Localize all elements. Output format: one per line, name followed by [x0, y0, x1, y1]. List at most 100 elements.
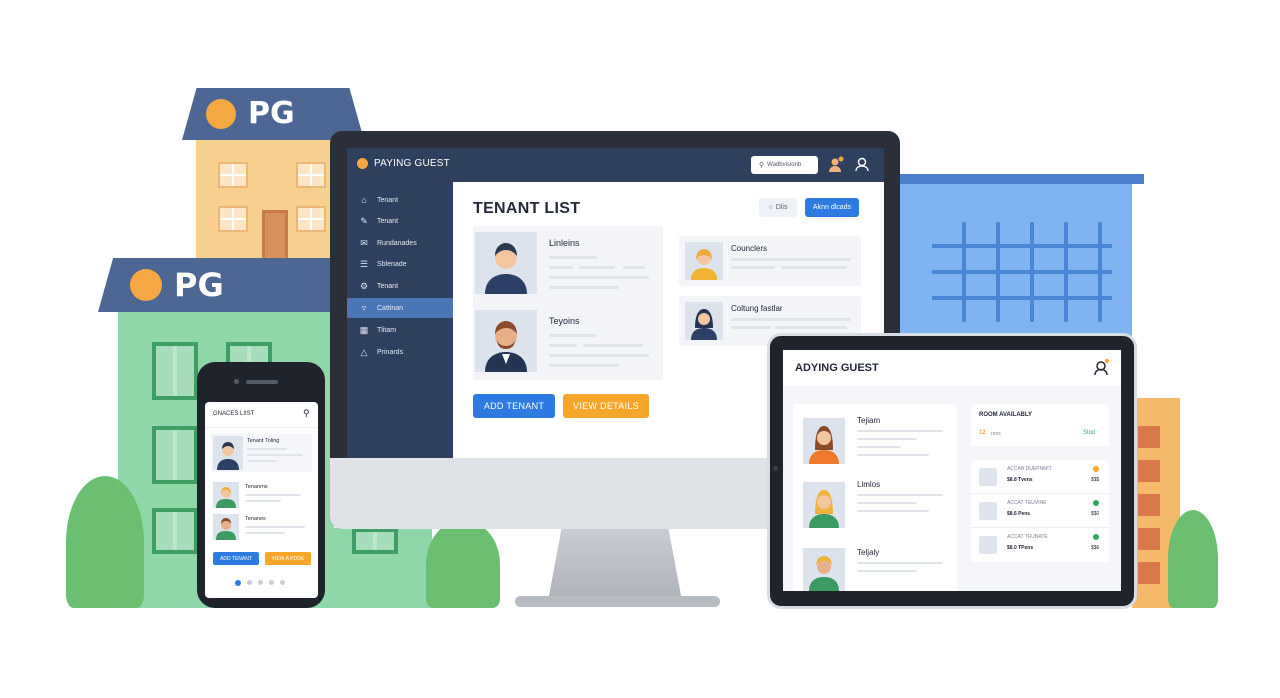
- brand-dot-icon: [357, 158, 368, 169]
- notification-avatar-icon[interactable]: [827, 156, 845, 174]
- pg-logo-back: PG: [206, 96, 295, 131]
- sidebar-item-label: Rundanades: [377, 239, 417, 247]
- text-placeholder-line: [857, 502, 917, 504]
- text-placeholder-line: [857, 562, 943, 564]
- pencil-icon: ✎: [360, 215, 368, 226]
- tenant-name: Teyoins: [549, 316, 580, 326]
- sidebar-item-rundanades[interactable]: ✉ Rundanades: [347, 233, 453, 253]
- status-dot: [1093, 534, 1099, 540]
- sidebar-item-tenant-edit[interactable]: ✎ Tenant: [347, 211, 453, 231]
- search-icon[interactable]: ⚲: [303, 408, 310, 419]
- pagination-dot[interactable]: [258, 580, 263, 585]
- green-building-extension: [334, 528, 432, 608]
- phone-tenant-row[interactable]: Tenant Toling: [211, 434, 312, 472]
- envelope-icon: ✉: [360, 237, 368, 248]
- room-row[interactable]: ACCAT TEUVINE $8.6 Pens $$0: [971, 494, 1109, 528]
- user-icon[interactable]: [853, 156, 871, 174]
- filter-icon: ▿: [361, 302, 367, 313]
- gear-icon: ⚙: [359, 280, 369, 291]
- text-placeholder-line: [549, 364, 619, 367]
- tenant-avatar: [803, 482, 845, 528]
- sidebar-item-prinards[interactable]: △ Prinards: [347, 342, 453, 362]
- text-placeholder-line: [549, 256, 597, 259]
- text-placeholder-line: [549, 344, 577, 347]
- pagination-dot[interactable]: [280, 580, 285, 585]
- sidebar-item-tenant-settings[interactable]: ⚙ Tenant: [347, 276, 453, 296]
- tenant-name: Tenant Toling: [247, 438, 280, 444]
- text-placeholder-line: [549, 266, 573, 269]
- phone-tenant-row[interactable]: Tenanes: [211, 512, 312, 540]
- room-thumbnail: [979, 502, 997, 520]
- top-action-button[interactable]: Aknn dlcads: [805, 198, 859, 217]
- phone-title: GNACES LIIST: [213, 411, 255, 417]
- phone-view-button[interactable]: VIEW A PDOE: [265, 552, 311, 565]
- tablet-camera: [773, 466, 778, 471]
- tenant-name: Limlos: [857, 480, 881, 489]
- text-placeholder-line: [245, 494, 301, 496]
- text-placeholder-line: [247, 460, 277, 462]
- blue-building: [900, 178, 1132, 348]
- phone-tenant-row[interactable]: Tenanrns: [211, 480, 312, 508]
- tenant-avatar: [213, 436, 243, 470]
- right-orange-windows: [1138, 416, 1160, 596]
- text-placeholder-line: [583, 344, 643, 347]
- pg-logo-front: PG: [130, 266, 224, 304]
- tenant-avatar: [685, 302, 723, 340]
- brand-text: PAYING GUEST: [374, 158, 450, 169]
- pagination-dot[interactable]: [269, 580, 274, 585]
- page-title: TENANT LIST: [473, 200, 581, 217]
- sidebar-item-tenant[interactable]: ⌂ Tenant: [347, 190, 453, 210]
- phone-speaker: [246, 380, 278, 384]
- room-list: ACCAB DUEPNMIT $8.8 Tvens $$$ ACCAT TEUV…: [971, 460, 1109, 562]
- text-placeholder-line: [579, 266, 615, 269]
- text-placeholder-line: [731, 266, 775, 269]
- add-tenant-button[interactable]: ADD TENANT: [473, 394, 555, 418]
- pagination-dots[interactable]: [235, 580, 285, 586]
- sidebar-item-tlitam[interactable]: ▦ Tlitam: [347, 320, 453, 340]
- tablet-app: ADYING GUEST Tejiam Limlos Teljaly ROOM …: [783, 350, 1121, 591]
- monitor-base: [515, 596, 720, 607]
- tenant-avatar: [475, 310, 537, 372]
- room-price: $8.6 Pens: [1007, 511, 1031, 517]
- room-availability-card[interactable]: ROOM AVAILABLY 12 rons Slod: [971, 404, 1109, 446]
- sidebar-item-label: Cattinan: [377, 304, 404, 312]
- home-icon: ⌂: [361, 195, 367, 205]
- room-row[interactable]: ACCAB DUEPNMIT $8.8 Tvens $$$: [971, 460, 1109, 494]
- room-title: ACCAB DUEPNMIT: [1007, 466, 1052, 472]
- green-window: [152, 426, 198, 484]
- green-window: [152, 342, 198, 400]
- room-title: ACCAT TEUVINE: [1007, 500, 1047, 506]
- tenant-name: Teljaly: [857, 548, 880, 557]
- tenant-avatar: [475, 232, 537, 294]
- phone-add-tenant-button[interactable]: ADD TENANT: [213, 552, 259, 565]
- sidebar-item-sblenade[interactable]: ☰ Sblenade: [347, 254, 453, 274]
- tablet-header: ADYING GUEST: [783, 350, 1121, 386]
- sidebar-item-label: Tenant: [377, 196, 399, 204]
- sidebar-item-cattinan[interactable]: ▿ Cattinan: [347, 298, 453, 318]
- bush-right: [1168, 510, 1218, 608]
- text-placeholder-line: [623, 266, 645, 269]
- filter-button[interactable]: ○ Dlis: [759, 198, 797, 217]
- filter-label: Dlis: [775, 204, 788, 211]
- user-notification-icon[interactable]: [1093, 358, 1111, 376]
- search-placeholder: Wadbvisionb: [767, 162, 802, 168]
- pagination-dot-active[interactable]: [235, 580, 241, 586]
- phone-app: GNACES LIIST ⚲ Tenant Toling Tenanrns Te…: [205, 402, 318, 598]
- room-count: 12: [979, 430, 986, 436]
- text-placeholder-line: [245, 500, 281, 502]
- text-placeholder-line: [781, 266, 847, 269]
- sidebar: ⌂ Tenant ✎ Tenant ✉ Rundanades ☰ Sblenade ⚙ T…: [347, 182, 453, 458]
- search-input[interactable]: ⚲ Wadbvisionb: [751, 156, 818, 174]
- pagination-dot[interactable]: [247, 580, 252, 585]
- room-row[interactable]: ACCAT TEUNATE $8.0 TPens $$6: [971, 528, 1109, 562]
- bush-mid: [426, 520, 500, 608]
- room-unit: rons: [991, 431, 1001, 437]
- search-icon: ⚲: [759, 162, 765, 169]
- tenant-avatar: [803, 418, 845, 464]
- tenant-card[interactable]: Linleins Teyoins: [473, 226, 663, 380]
- view-details-button[interactable]: VIEW DETAILS: [563, 394, 649, 418]
- calendar-icon: ▦: [359, 324, 369, 335]
- tenant-card[interactable]: Counclers: [679, 236, 861, 286]
- room-value: $$$: [1091, 477, 1100, 483]
- brand[interactable]: PAYING GUEST: [357, 158, 450, 169]
